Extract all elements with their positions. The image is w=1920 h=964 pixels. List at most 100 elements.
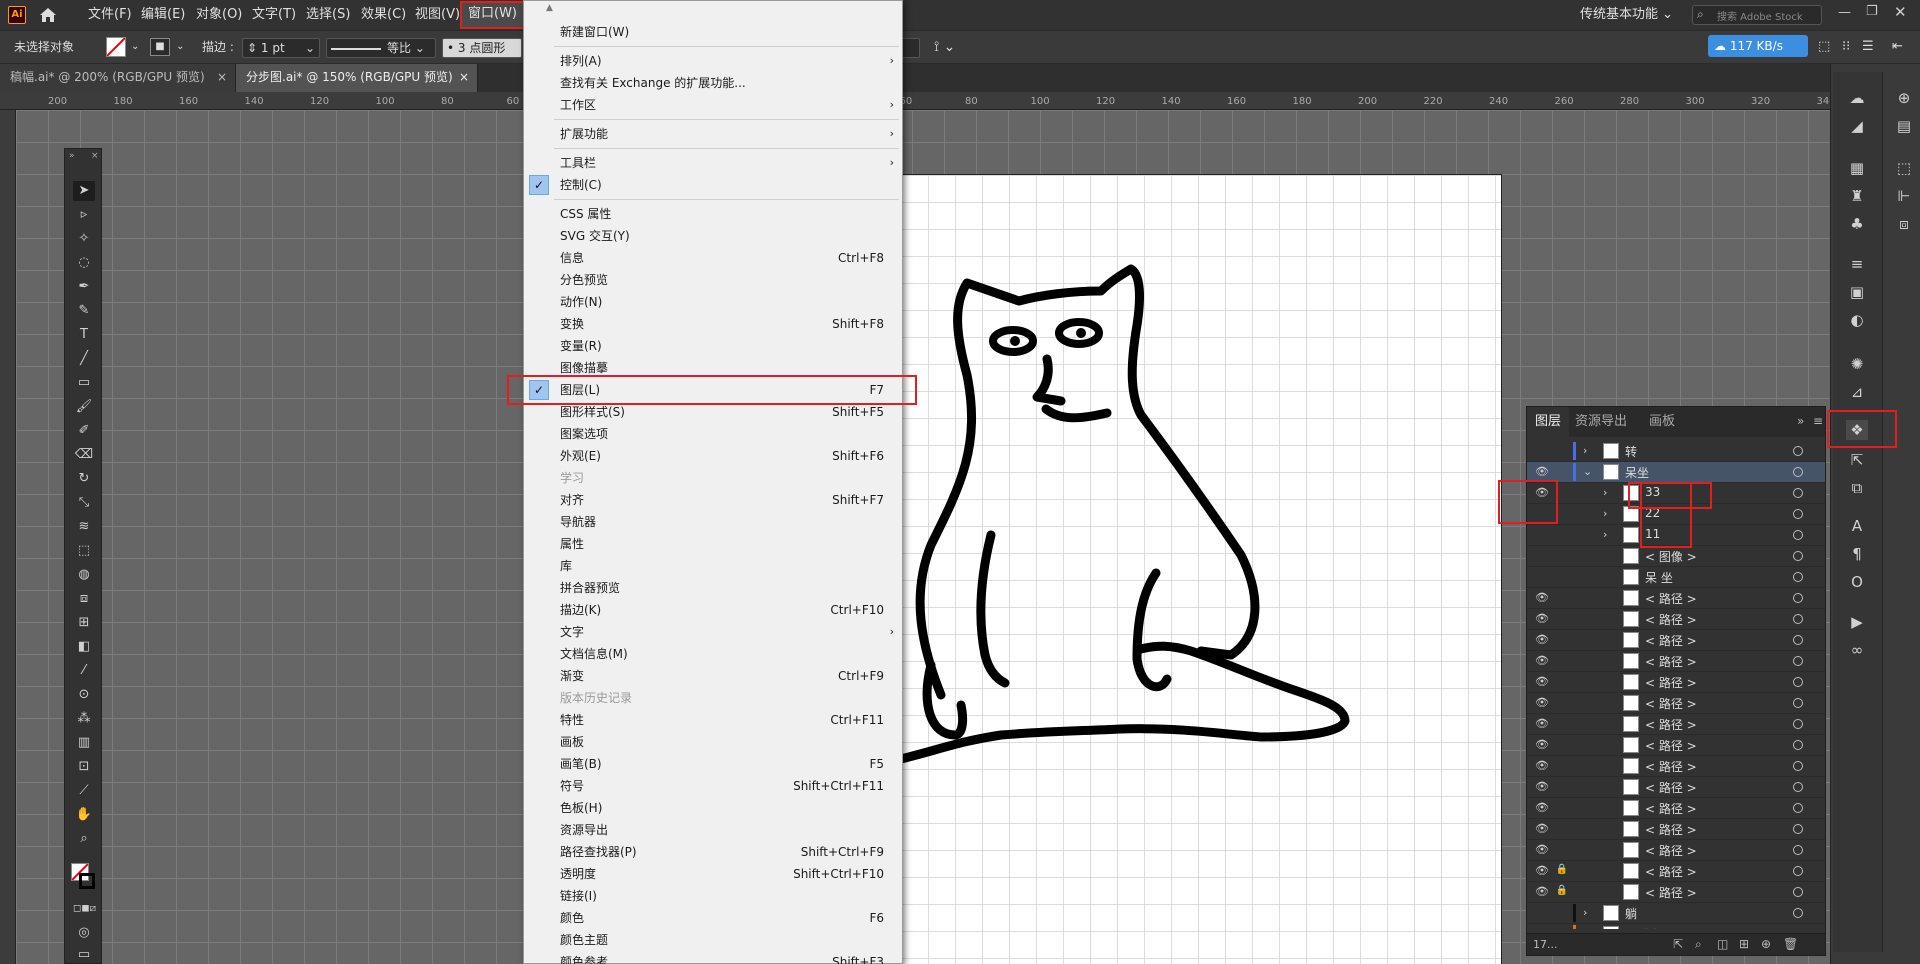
visibility-eye-icon[interactable]: 👁 xyxy=(1533,591,1551,605)
grid-icon[interactable]: ⁝⁝ xyxy=(1842,38,1850,58)
brushes-icon[interactable]: ♜ xyxy=(1846,186,1868,206)
layer-row[interactable]: 👁 < 路径 > xyxy=(1527,588,1825,609)
lock-icon[interactable] xyxy=(1555,654,1569,668)
libraries-icon[interactable]: ☁ xyxy=(1846,88,1868,108)
stroke-swatch[interactable]: ■ xyxy=(150,38,170,56)
character-icon[interactable]: A xyxy=(1846,516,1868,536)
expand-chevron-icon[interactable]: ⌄ xyxy=(1583,465,1593,479)
window-menu-item[interactable]: 文字 › xyxy=(524,621,904,643)
lock-icon[interactable]: 🔒 xyxy=(1555,885,1569,899)
visibility-eye-icon[interactable]: 👁 xyxy=(1533,801,1551,815)
symbol-sprayer-tool-icon[interactable]: ⁂ xyxy=(73,709,95,729)
layer-row[interactable]: 👁 < 路径 > xyxy=(1527,798,1825,819)
direct-selection-tool-icon[interactable]: ▹ xyxy=(73,205,95,225)
gradient-panel-icon[interactable]: ▣ xyxy=(1846,282,1868,302)
visibility-eye-icon[interactable]: 👁 xyxy=(1533,780,1551,794)
window-menu-item[interactable]: 资源导出 xyxy=(524,819,904,841)
color-mode-icon[interactable]: ◻◼⧄ xyxy=(73,899,96,919)
layer-row[interactable]: 👁 ⌄ 呆坐 xyxy=(1527,462,1825,483)
visibility-eye-icon[interactable]: 👁 xyxy=(1533,465,1551,479)
hand-tool-icon[interactable]: ✋ xyxy=(73,805,95,825)
target-circle-icon[interactable] xyxy=(1793,677,1803,687)
artboards-icon[interactable]: ⧉ xyxy=(1846,478,1868,498)
collapse-icon[interactable]: ⇤ xyxy=(1892,38,1903,58)
artboard-tool-icon[interactable]: ⊡ xyxy=(73,757,95,777)
expand-chevron-icon[interactable]: › xyxy=(1603,528,1613,542)
eyedropper-tool-icon[interactable]: ⁄ xyxy=(73,661,95,681)
paintbrush-tool-icon[interactable]: 🖌 xyxy=(73,397,95,417)
window-menu-item[interactable]: 分色预览 xyxy=(524,269,904,291)
swatches-icon[interactable]: ▦ xyxy=(1846,158,1868,178)
shape-builder-tool-icon[interactable]: ◍ xyxy=(73,565,95,585)
magic-wand-tool-icon[interactable]: ✧ xyxy=(73,229,95,249)
workspace-switcher[interactable]: 传统基本功能 ⌄ xyxy=(1580,0,1673,30)
menu-edit[interactable]: 编辑(E) xyxy=(141,0,185,30)
export-icon[interactable]: ⇱ xyxy=(1673,937,1683,951)
window-menu-item[interactable]: 文档信息(M) xyxy=(524,643,904,665)
variable-width-profile[interactable]: 等比 ⌄ xyxy=(326,38,436,58)
expand-chevron-icon[interactable]: › xyxy=(1583,927,1593,929)
layer-row[interactable]: 👁 < 路径 > xyxy=(1527,840,1825,861)
visibility-eye-icon[interactable]: 👁 xyxy=(1533,864,1551,878)
layer-row[interactable]: 👁 < 路径 > xyxy=(1527,777,1825,798)
lock-icon[interactable] xyxy=(1555,801,1569,815)
visibility-eye-icon[interactable] xyxy=(1533,927,1551,929)
layer-row[interactable]: 👁 < 路径 > xyxy=(1527,693,1825,714)
navigator-icon[interactable]: ⊕ xyxy=(1893,88,1915,108)
layer-row[interactable]: 呆 坐 xyxy=(1527,567,1825,588)
tab-layers[interactable]: 图层 xyxy=(1527,407,1570,437)
actions-icon[interactable]: ▶ xyxy=(1846,612,1868,632)
visibility-eye-icon[interactable]: 👁 xyxy=(1533,885,1551,899)
menu-type[interactable]: 文字(T) xyxy=(252,0,296,30)
window-menu-item[interactable]: CSS 属性 xyxy=(524,203,904,225)
visibility-eye-icon[interactable]: 👁 xyxy=(1533,717,1551,731)
visibility-eye-icon[interactable]: 👁 xyxy=(1533,843,1551,857)
lock-icon[interactable] xyxy=(1555,633,1569,647)
lock-icon[interactable] xyxy=(1555,696,1569,710)
fill-swatch[interactable] xyxy=(106,37,126,57)
perspective-grid-tool-icon[interactable]: ⧈ xyxy=(73,589,95,609)
slice-tool-icon[interactable]: ⟋ xyxy=(73,781,95,801)
lock-icon[interactable] xyxy=(1555,549,1569,563)
screen-mode-icon[interactable]: ▭ xyxy=(73,945,95,964)
pathfinder-icon[interactable]: ⧈ xyxy=(1893,214,1915,234)
window-menu-item[interactable]: 属性 xyxy=(524,533,904,555)
lock-icon[interactable]: 🔒 xyxy=(1555,864,1569,878)
window-menu-item[interactable]: 排列(A) › xyxy=(524,50,904,72)
stroke-color-icon[interactable] xyxy=(79,873,95,889)
menu-effect[interactable]: 效果(C) xyxy=(361,0,406,30)
window-menu-item[interactable]: 工作区 › xyxy=(524,94,904,116)
window-menu-item[interactable]: 导航器 xyxy=(524,511,904,533)
panel-menu-icon[interactable]: ☰ xyxy=(1862,38,1874,58)
lock-icon[interactable] xyxy=(1555,570,1569,584)
collapse-icon[interactable]: » xyxy=(69,151,75,161)
minimize-icon[interactable]: — xyxy=(1838,5,1851,20)
zoom-tool-icon[interactable]: ⌕ xyxy=(73,829,95,849)
layer-row[interactable]: 👁 < 路径 > xyxy=(1527,714,1825,735)
layer-row[interactable]: 👁 < 路径 > xyxy=(1527,735,1825,756)
visibility-eye-icon[interactable]: 👁 xyxy=(1533,759,1551,773)
eraser-tool-icon[interactable]: ⌫ xyxy=(73,445,95,465)
window-menu-item[interactable]: 描边(K) Ctrl+F10 xyxy=(524,599,904,621)
window-menu-item[interactable]: 色板(H) xyxy=(524,797,904,819)
window-menu-item[interactable]: 对齐 Shift+F7 xyxy=(524,489,904,511)
clipping-mask-icon[interactable]: ◫ xyxy=(1717,937,1728,951)
target-circle-icon[interactable] xyxy=(1793,530,1803,540)
tab-document-2[interactable]: 分步图.ai* @ 150% (RGB/GPU 预览) × xyxy=(236,64,478,92)
window-menu-item[interactable]: 颜色 F6 xyxy=(524,907,904,929)
layer-row[interactable]: 👁 🔒 < 路径 > xyxy=(1527,861,1825,882)
layer-row[interactable]: › 下蹲坐 xyxy=(1527,924,1825,929)
blob-brush-tool-icon[interactable]: ✐ xyxy=(73,421,95,441)
target-circle-icon[interactable] xyxy=(1793,866,1803,876)
layer-row[interactable]: 👁 🔒 < 路径 > xyxy=(1527,882,1825,903)
window-menu-item[interactable]: 变量(R) xyxy=(524,335,904,357)
layer-row[interactable]: 👁 < 路径 > xyxy=(1527,672,1825,693)
window-menu-item[interactable]: 新建窗口(W) xyxy=(524,21,904,43)
lasso-tool-icon[interactable]: ◌ xyxy=(73,253,95,273)
draw-mode-icon[interactable]: ◎ xyxy=(73,923,95,943)
window-menu-item[interactable]: 颜色主题 xyxy=(524,929,904,951)
restore-icon[interactable]: ❐ xyxy=(1866,4,1878,19)
window-menu-item[interactable]: 渐变 Ctrl+F9 xyxy=(524,665,904,687)
target-circle-icon[interactable] xyxy=(1793,761,1803,771)
links-icon[interactable]: ∞ xyxy=(1846,640,1868,660)
